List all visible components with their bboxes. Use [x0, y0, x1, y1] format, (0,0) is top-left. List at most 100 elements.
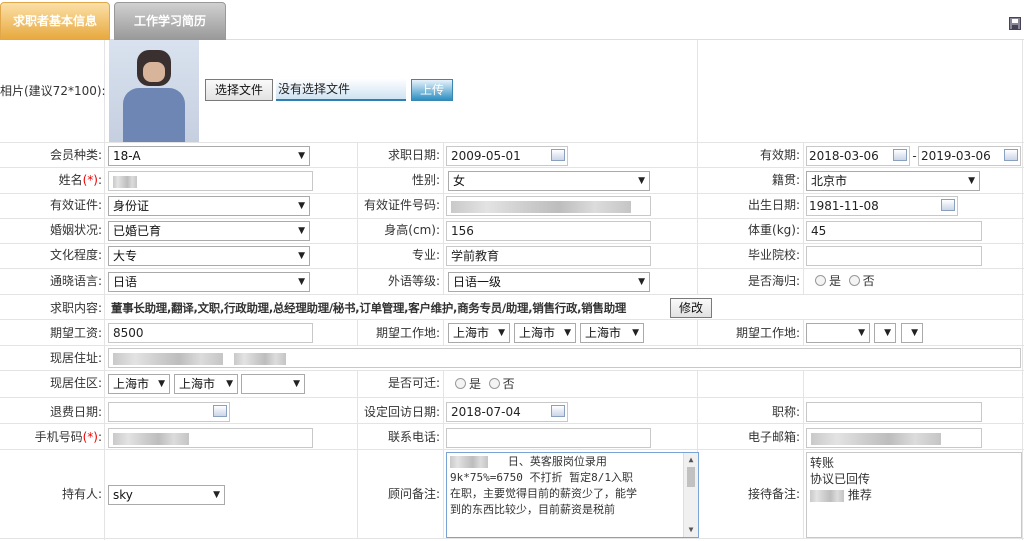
- marital-select[interactable]: 已婚已育: [108, 221, 310, 241]
- holder-select[interactable]: sky: [108, 485, 225, 505]
- work-place-2-label: 期望工作地:: [735, 326, 800, 340]
- native-place-select[interactable]: 北京市: [806, 171, 980, 191]
- work-city-select[interactable]: 上海市: [514, 323, 576, 343]
- work-district-select[interactable]: 上海市: [580, 323, 644, 343]
- advisor-note-label: 顾问备注:: [387, 487, 440, 501]
- tab-bar: 求职者基本信息 工作学习简历: [0, 0, 1024, 40]
- advisor-note-line-3: 在职，主要觉得目前的薪资少了，能学: [450, 487, 637, 500]
- scroll-up-arrow-icon[interactable]: ▲: [684, 453, 698, 467]
- mobile-input[interactable]: [108, 428, 313, 448]
- applicant-form: 相片(建议72*100): 选择文件 没有选择文件 上传 会员种类: 18-A …: [0, 40, 1024, 540]
- modify-button[interactable]: 修改: [670, 298, 712, 318]
- photo-label: 相片(建议72*100):: [0, 84, 106, 98]
- name-input[interactable]: [108, 171, 313, 191]
- work-province-select[interactable]: 上海市: [448, 323, 510, 343]
- member-type-label: 会员种类:: [49, 148, 102, 162]
- address-input[interactable]: [108, 348, 1021, 368]
- job-content-text: 董事长助理,翻译,文职,行政助理,总经理助理/秘书,订单管理,客户维护,商务专员…: [111, 301, 627, 315]
- email-input[interactable]: [806, 428, 982, 448]
- name-label: 姓名(*):: [58, 173, 102, 187]
- visit-date-input[interactable]: 2018-07-04: [446, 402, 568, 422]
- major-label: 专业:: [411, 248, 440, 262]
- id-number-label: 有效证件号码:: [363, 198, 440, 212]
- valid-start-input[interactable]: 2018-03-06: [806, 146, 910, 166]
- school-input[interactable]: [806, 246, 982, 266]
- expected-salary-label: 期望工资:: [49, 326, 102, 340]
- language-label: 通晓语言:: [49, 274, 102, 288]
- calendar-icon[interactable]: [213, 405, 227, 417]
- work-place-2-province-select[interactable]: [806, 323, 870, 343]
- weight-label: 体重(kg):: [748, 223, 800, 237]
- calendar-icon[interactable]: [1004, 149, 1018, 161]
- reception-note-line-3: 推荐: [847, 488, 872, 502]
- id-type-label: 有效证件:: [49, 198, 102, 212]
- major-input[interactable]: 学前教育: [446, 246, 651, 266]
- applicant-photo: [109, 40, 199, 142]
- expected-salary-input[interactable]: 8500: [108, 323, 313, 343]
- phone-input[interactable]: [446, 428, 651, 448]
- calendar-icon[interactable]: [551, 405, 565, 417]
- refund-date-input[interactable]: [108, 402, 230, 422]
- reception-note-textarea[interactable]: 转账 协议已回传 推荐: [806, 452, 1022, 538]
- work-place-2-city-select[interactable]: [874, 323, 896, 343]
- district-province-select[interactable]: 上海市: [108, 374, 170, 394]
- education-label: 文化程度:: [49, 248, 102, 262]
- id-type-select[interactable]: 身份证: [108, 196, 310, 216]
- education-select[interactable]: 大专: [108, 246, 310, 266]
- choose-file-button[interactable]: 选择文件: [205, 79, 273, 101]
- calendar-icon[interactable]: [893, 149, 907, 161]
- visit-date-label: 设定回访日期:: [363, 405, 440, 419]
- save-icon[interactable]: [1009, 17, 1021, 30]
- gender-select[interactable]: 女: [448, 171, 650, 191]
- overseas-no-radio[interactable]: [848, 275, 860, 286]
- district-area-select[interactable]: [241, 374, 305, 394]
- email-label: 电子邮箱:: [747, 430, 800, 444]
- member-type-select[interactable]: 18-A: [108, 146, 310, 166]
- weight-input[interactable]: 45: [806, 221, 982, 241]
- period-separator: -: [912, 149, 917, 163]
- work-place-2-district-select[interactable]: [901, 323, 923, 343]
- phone-label: 联系电话:: [387, 430, 440, 444]
- calendar-icon[interactable]: [941, 199, 955, 211]
- native-place-label: 籍贯:: [771, 173, 800, 187]
- district-city-select[interactable]: 上海市: [174, 374, 238, 394]
- advisor-note-scrollbar[interactable]: ▲ ▼: [683, 453, 698, 537]
- advisor-note-line-2: 9k*75%=6750 不打折 暂定8/1入职: [450, 471, 633, 484]
- title-input[interactable]: [806, 402, 982, 422]
- foreign-level-label: 外语等级:: [387, 274, 440, 288]
- upload-button[interactable]: 上传: [411, 79, 453, 101]
- advisor-note-line-4: 到的东西比较少，目前薪资是税前: [450, 503, 615, 516]
- refund-date-label: 退费日期:: [49, 405, 102, 419]
- file-name-display: 没有选择文件: [276, 79, 406, 101]
- holder-label: 持有人:: [61, 487, 102, 501]
- language-select[interactable]: 日语: [108, 272, 310, 292]
- apply-date-input[interactable]: 2009-05-01: [446, 146, 568, 166]
- tab-work-history[interactable]: 工作学习简历: [114, 2, 226, 40]
- valid-period-label: 有效期:: [759, 148, 800, 162]
- mobile-label: 手机号码(*):: [34, 430, 102, 444]
- relocate-no-radio[interactable]: [488, 378, 500, 389]
- valid-end-input[interactable]: 2019-03-06: [918, 146, 1021, 166]
- relocate-yes-radio[interactable]: [455, 378, 466, 389]
- job-content-label: 求职内容:: [49, 301, 102, 315]
- reception-note-label: 接待备注:: [747, 487, 800, 501]
- overseas-radio-group: 是 否: [815, 270, 875, 292]
- height-input[interactable]: 156: [446, 221, 651, 241]
- scroll-down-arrow-icon[interactable]: ▼: [684, 523, 698, 537]
- scroll-thumb[interactable]: [687, 467, 695, 487]
- tab-basic-info[interactable]: 求职者基本信息: [0, 2, 110, 40]
- height-label: 身高(cm):: [384, 223, 440, 237]
- advisor-note-line-1: 日、英客服岗位录用: [507, 455, 607, 468]
- advisor-note-textarea[interactable]: 日、英客服岗位录用 9k*75%=6750 不打折 暂定8/1入职 在职，主要觉…: [446, 452, 699, 538]
- foreign-level-select[interactable]: 日语一级: [448, 272, 650, 292]
- gender-label: 性别:: [411, 173, 440, 187]
- calendar-icon[interactable]: [551, 149, 565, 161]
- reception-note-line-2: 协议已回传: [810, 472, 871, 486]
- school-label: 毕业院校:: [747, 248, 800, 262]
- birth-date-input[interactable]: 1981-11-08: [806, 196, 958, 216]
- overseas-yes-radio[interactable]: [815, 275, 826, 286]
- relocate-label: 是否可迁:: [387, 376, 440, 390]
- title-label: 职称:: [771, 405, 800, 419]
- id-number-input[interactable]: [446, 196, 651, 216]
- apply-date-label: 求职日期:: [387, 148, 440, 162]
